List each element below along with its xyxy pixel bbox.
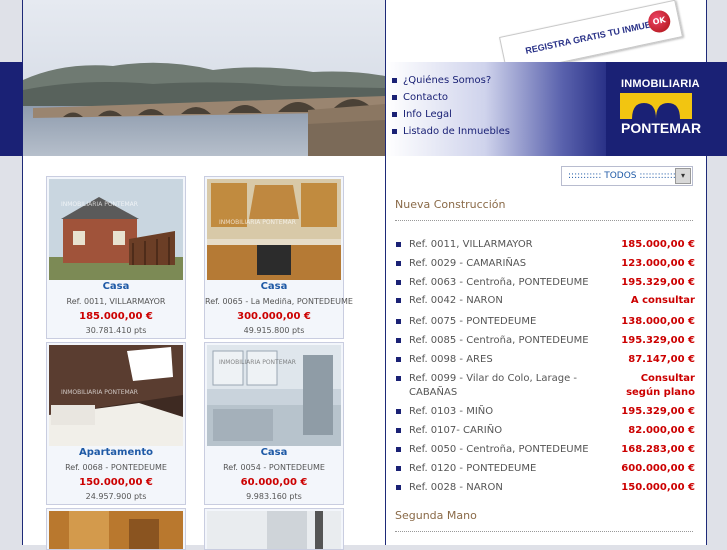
property-name[interactable]: Ref. 0120 - PONTEDEUME: [409, 462, 614, 476]
property-name[interactable]: Ref. 0107- CARIÑO: [409, 424, 614, 438]
listing-price: 300.000,00 €: [237, 311, 311, 322]
listing-card[interactable]: [46, 508, 186, 550]
listing-photo[interactable]: INMOBILIARIA PONTEMAR: [49, 345, 183, 446]
listing-ref: Ref. 0011, VILLARMAYOR: [66, 297, 166, 306]
property-price: 195.329,00 €: [621, 406, 695, 417]
listing-price: 150.000,00 €: [79, 477, 153, 488]
listing-pts: 49.915.800 pts: [243, 326, 305, 335]
menu-item-label: ¿Quiénes Somos?: [403, 75, 492, 86]
listing-pts: 9.983.160 pts: [246, 492, 302, 501]
ok-badge-icon[interactable]: OK: [646, 8, 673, 35]
listing-ref: Ref. 0065 - La Mediña, PONTEDEUME: [205, 297, 353, 306]
listing-card[interactable]: INMOBILIARIA PONTEMAR Casa Ref. 0065 - L…: [204, 176, 353, 339]
listing-type[interactable]: Casa: [205, 447, 343, 458]
bullet-icon: [396, 298, 401, 303]
listing-price: 60.000,00 €: [240, 477, 308, 488]
property-name[interactable]: Ref. 0103 - MIÑO: [409, 405, 614, 419]
property-name[interactable]: Ref. 0063 - Centroña, PONTEDEUME: [409, 276, 614, 290]
menu-item-quienes-somos[interactable]: ¿Quiénes Somos?: [392, 72, 606, 89]
property-name[interactable]: Ref. 0011, VILLARMAYOR: [409, 238, 614, 252]
listing-photo[interactable]: INMOBILIARIA PONTEMAR: [207, 345, 341, 446]
bullet-icon: [396, 338, 401, 343]
listing-card[interactable]: INMOBILIARIA PONTEMAR Casa Ref. 0054 - P…: [204, 342, 344, 505]
header-bridge-photo: [23, 0, 385, 156]
watermark-text: INMOBILIARIA PONTEMAR: [61, 201, 138, 208]
property-price: 82.000,00 €: [628, 425, 695, 436]
listing-ref: Ref. 0054 - PONTEDEUME: [223, 463, 325, 472]
watermark-text: INMOBILIARIA PONTEMAR: [61, 389, 138, 396]
main-menu: ¿Quiénes Somos? Contacto Info Legal List…: [386, 62, 606, 156]
bullet-icon: [392, 129, 397, 134]
property-price: 123.000,00 €: [621, 258, 695, 269]
property-name[interactable]: Ref. 0085 - Centroña, PONTEDEUME: [409, 334, 614, 348]
property-price: 195.329,00 €: [621, 335, 695, 346]
property-name[interactable]: Ref. 0028 - NARON: [409, 481, 614, 495]
property-price: 87.147,00 €: [628, 354, 695, 365]
category-filter-select[interactable]: ::::::::::: TODOS :::::::::::: ▾: [561, 166, 693, 186]
section-title-new: Nueva Construcción: [395, 198, 506, 211]
menu-item-label: Info Legal: [403, 109, 452, 120]
bullet-icon: [396, 485, 401, 490]
menu-item-label: Contacto: [403, 92, 449, 103]
property-name[interactable]: Ref. 0075 - PONTEDEUME: [409, 315, 614, 329]
property-price: 185.000,00 €: [621, 239, 695, 250]
listing-type[interactable]: Apartamento: [47, 447, 185, 458]
bullet-icon: [396, 319, 401, 324]
dropdown-arrow-icon[interactable]: ▾: [675, 168, 691, 184]
listing-ref: Ref. 0068 - PONTEDEUME: [65, 463, 167, 472]
bullet-icon: [392, 95, 397, 100]
menu-item-listado[interactable]: Listado de Inmuebles: [392, 123, 606, 140]
menu-item-contacto[interactable]: Contacto: [392, 89, 606, 106]
bullet-icon: [396, 242, 401, 247]
property-name[interactable]: Ref. 0099 - Vilar do Colo, Larage - CABA…: [409, 372, 579, 400]
bridge-logo-icon: [620, 93, 692, 119]
bullet-icon: [396, 466, 401, 471]
property-price: 195.329,00 €: [621, 277, 695, 288]
section-title-second-hand: Segunda Mano: [395, 509, 477, 522]
listing-type[interactable]: Casa: [205, 281, 343, 292]
property-name[interactable]: Ref. 0050 - Centroña, PONTEDEUME: [409, 443, 614, 457]
property-name[interactable]: Ref. 0029 - CAMARIÑAS: [409, 257, 614, 271]
property-price: 168.283,00 €: [621, 444, 695, 455]
listing-pts: 30.781.410 pts: [85, 326, 147, 335]
property-name[interactable]: Ref. 0098 - ARES: [409, 353, 614, 367]
filter-selected-value: ::::::::::: TODOS ::::::::::::: [568, 171, 676, 181]
watermark-text: INMOBILIARIA PONTEMAR: [219, 359, 296, 366]
bullet-icon: [392, 112, 397, 117]
menu-item-info-legal[interactable]: Info Legal: [392, 106, 606, 123]
property-price: A consultar: [630, 295, 695, 306]
watermark-text: INMOBILIARIA PONTEMAR: [219, 219, 296, 226]
logo-text-inmobiliaria: INMOBILIARIA: [621, 78, 700, 90]
bullet-icon: [392, 78, 397, 83]
logo-text-pontemar: PONTEMAR: [621, 120, 702, 136]
listing-type[interactable]: Casa: [47, 281, 185, 292]
property-price: 150.000,00 €: [621, 482, 695, 493]
bullet-icon: [396, 261, 401, 266]
listing-pts: 24.957.900 pts: [85, 492, 147, 501]
listing-photo[interactable]: INMOBILIARIA PONTEMAR: [49, 179, 183, 280]
property-name[interactable]: Ref. 0042 - NARON: [409, 294, 614, 308]
listing-card[interactable]: [204, 508, 344, 550]
bullet-icon: [396, 428, 401, 433]
divider: [395, 531, 693, 532]
property-price: Consultar según plano: [626, 373, 695, 398]
listing-photo[interactable]: [49, 511, 183, 549]
listing-card[interactable]: INMOBILIARIA PONTEMAR Apartamento Ref. 0…: [46, 342, 186, 505]
bullet-icon: [396, 409, 401, 414]
pontemar-logo[interactable]: INMOBILIARIA PONTEMAR: [606, 62, 704, 156]
bullet-icon: [396, 280, 401, 285]
bullet-icon: [396, 376, 401, 381]
menu-item-label: Listado de Inmuebles: [403, 126, 510, 137]
listing-price: 185.000,00 €: [79, 311, 153, 322]
bullet-icon: [396, 357, 401, 362]
listing-photo[interactable]: [207, 511, 341, 549]
listing-photo[interactable]: INMOBILIARIA PONTEMAR: [207, 179, 341, 280]
listing-card[interactable]: INMOBILIARIA PONTEMAR Casa Ref. 0011, VI…: [46, 176, 186, 339]
bullet-icon: [396, 447, 401, 452]
property-price: 600.000,00 €: [621, 463, 695, 474]
divider: [395, 220, 693, 221]
property-price: 138.000,00 €: [621, 316, 695, 327]
